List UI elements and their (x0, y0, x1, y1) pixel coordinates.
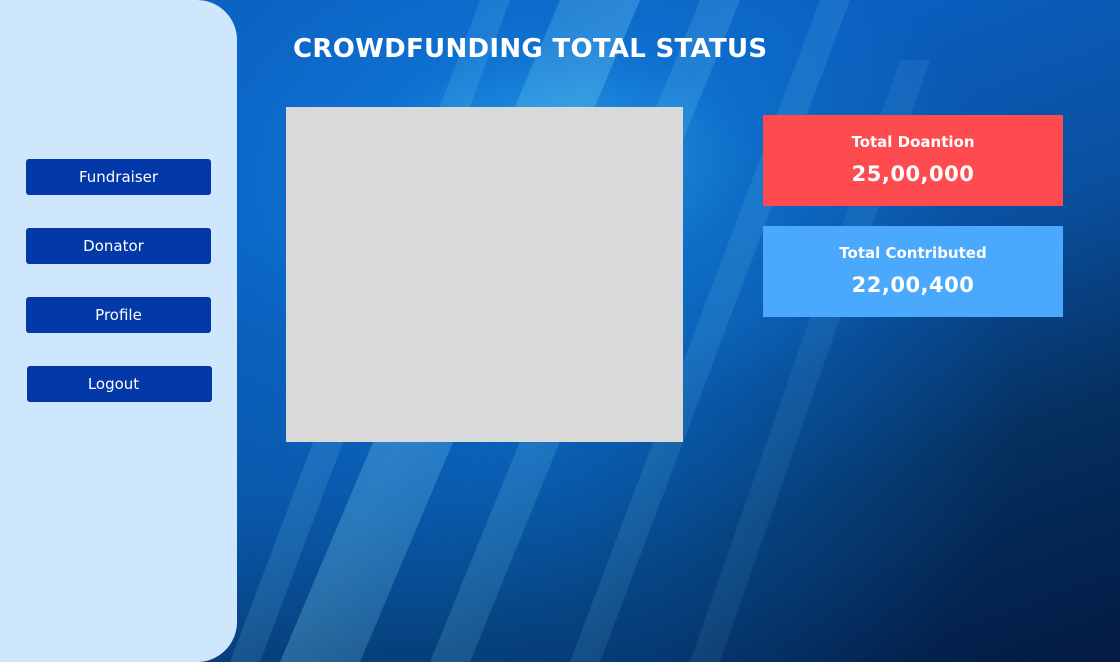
total-contributed-label: Total Contributed (839, 244, 987, 262)
fundraiser-button[interactable]: Fundraiser (26, 159, 211, 195)
total-donation-label: Total Doantion (851, 133, 975, 151)
total-contributed-card: Total Contributed 22,00,400 (763, 226, 1063, 317)
dashboard-page: Fundraiser Donator Profile Logout CROWDF… (0, 0, 1120, 662)
chart-placeholder (286, 107, 683, 442)
total-donation-card: Total Doantion 25,00,000 (763, 115, 1063, 206)
total-donation-value: 25,00,000 (851, 162, 975, 186)
total-contributed-value: 22,00,400 (851, 273, 975, 297)
profile-button[interactable]: Profile (26, 297, 211, 333)
donator-button[interactable]: Donator (26, 228, 211, 264)
page-title: CROWDFUNDING TOTAL STATUS (293, 34, 768, 64)
sidebar: Fundraiser Donator Profile Logout (0, 0, 237, 662)
logout-button[interactable]: Logout (27, 366, 212, 402)
